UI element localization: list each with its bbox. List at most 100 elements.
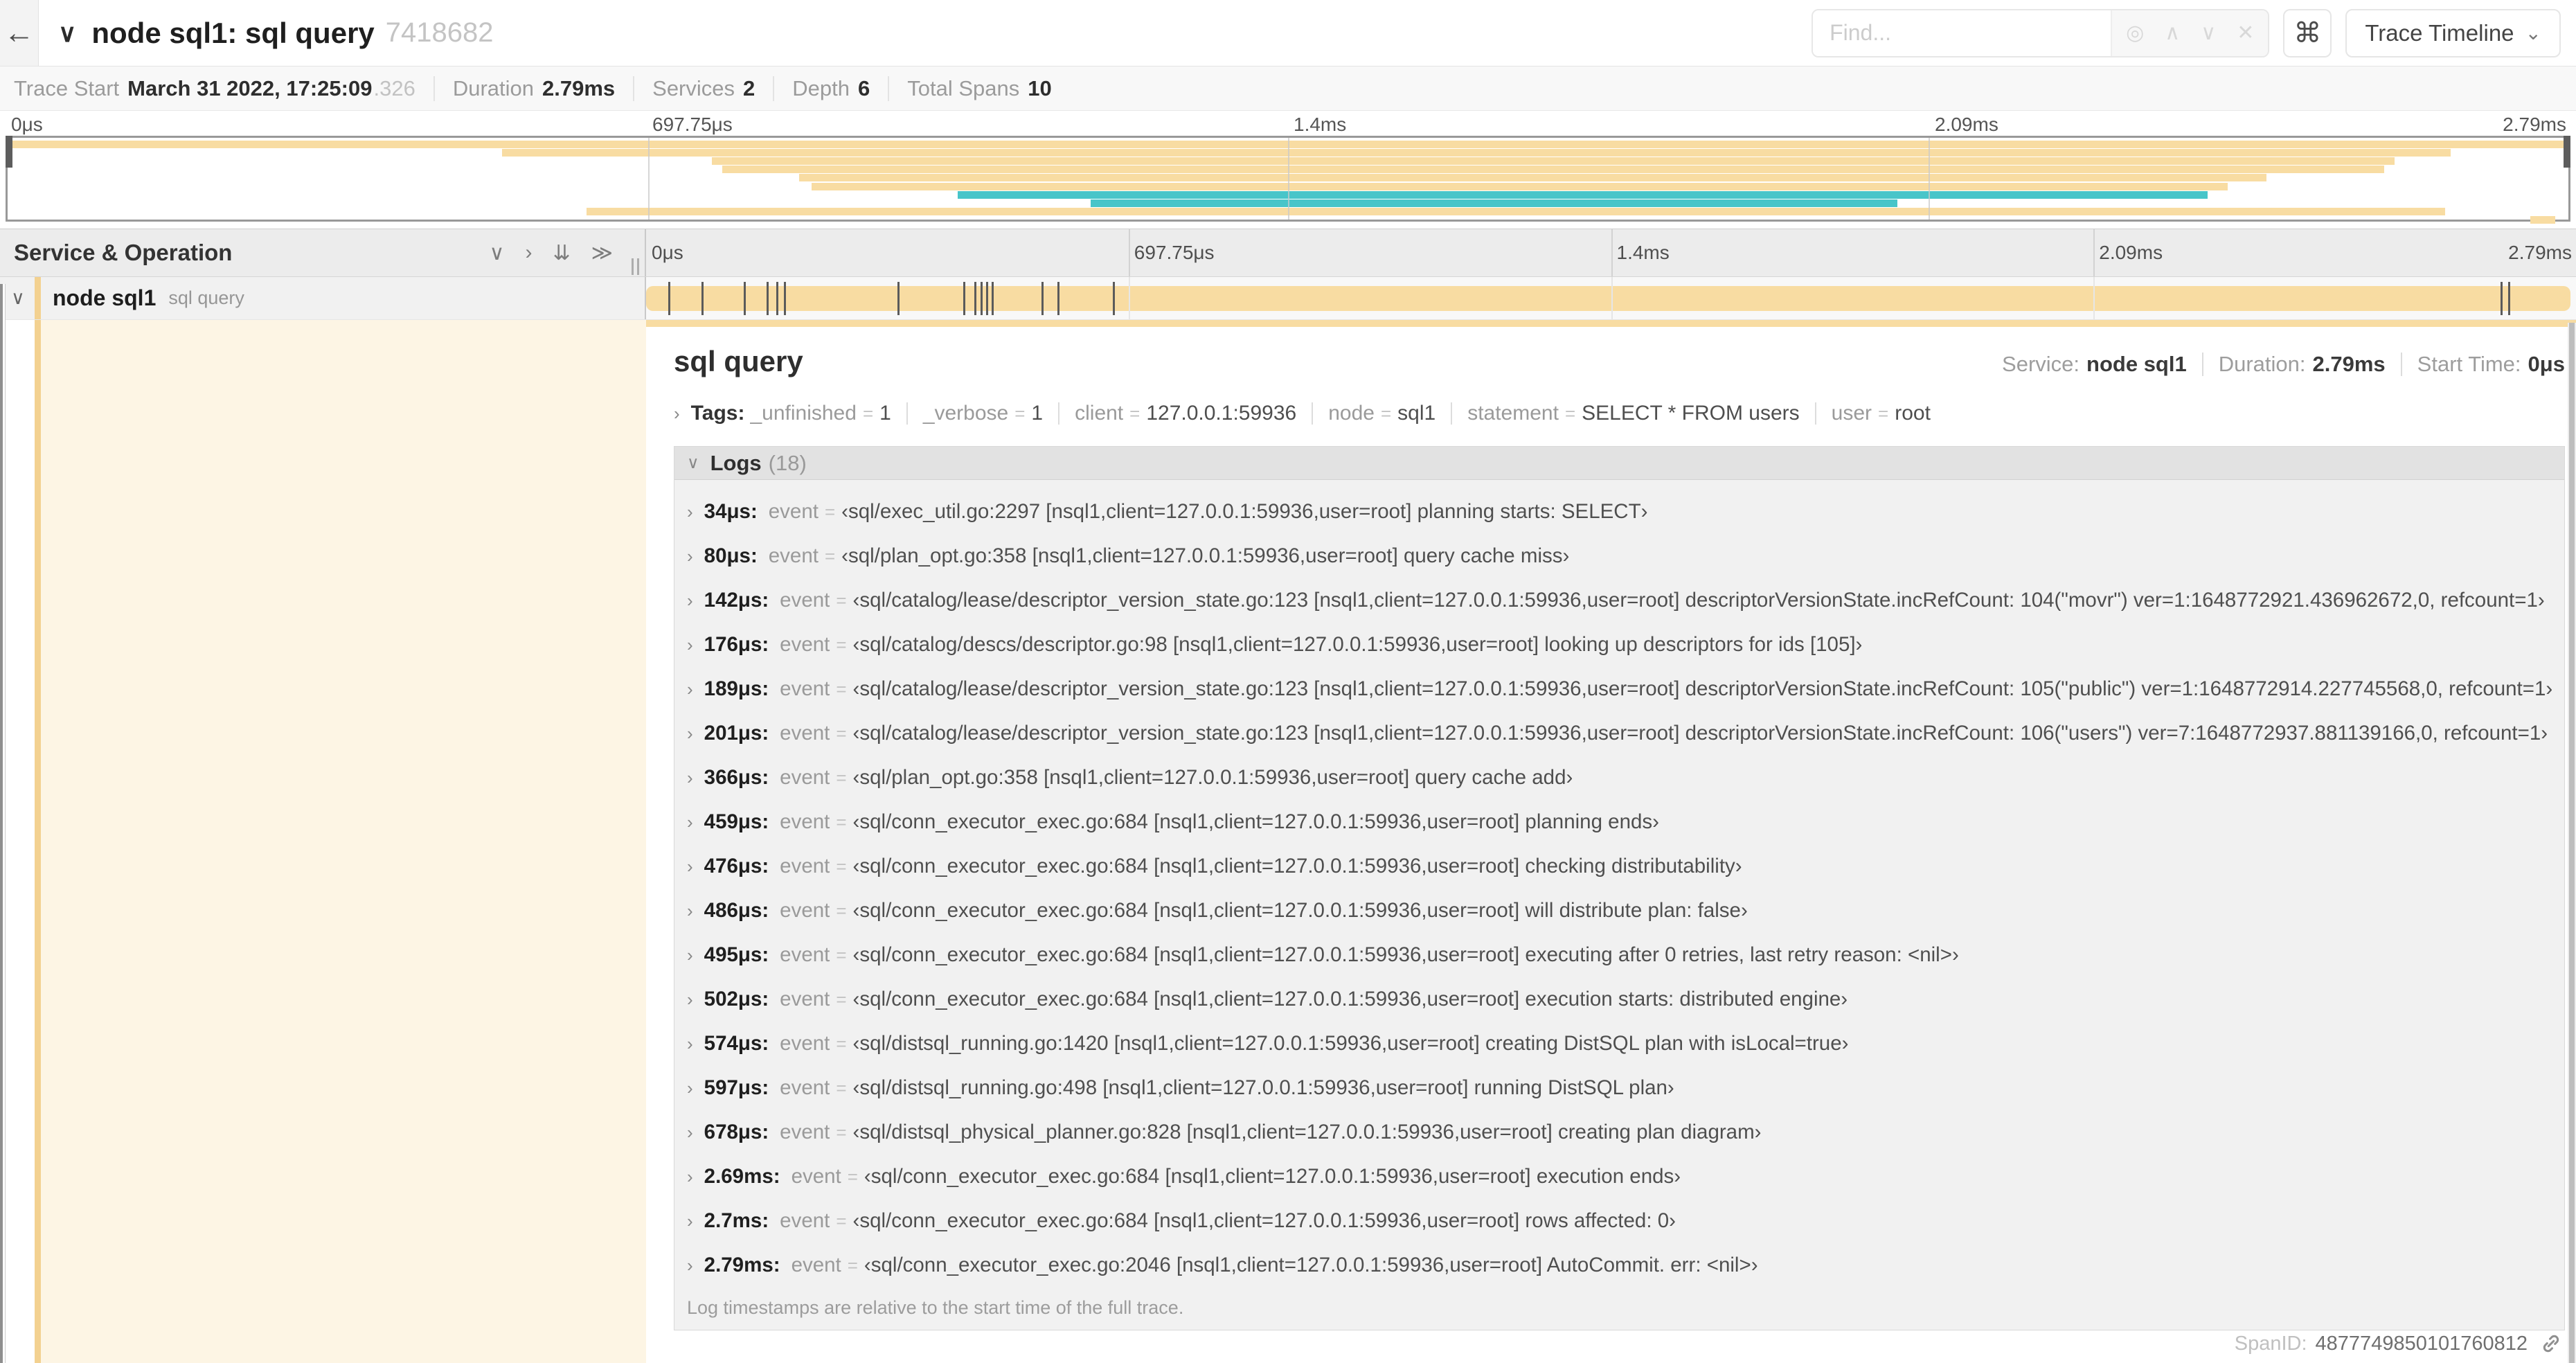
collapse-trace-icon[interactable]: ∨ bbox=[58, 19, 76, 48]
log-value: ‹sql/distsql_running.go:1420 [nsql1,clie… bbox=[852, 1032, 1849, 1055]
log-row[interactable]: › 459μs: event = ‹sql/conn_executor_exec.go:… bbox=[674, 800, 2564, 844]
tag-item[interactable]: _unfinished = 1 bbox=[750, 402, 891, 425]
expand-all-icon[interactable]: ≫ bbox=[591, 241, 613, 265]
log-event-tick bbox=[1057, 282, 1059, 315]
log-event-tick bbox=[776, 282, 778, 315]
log-key: event bbox=[780, 855, 830, 878]
log-row[interactable]: › 366μs: event = ‹sql/plan_opt.go:358 [nsql1… bbox=[674, 756, 2564, 800]
log-timestamp: 189μs: bbox=[704, 677, 769, 700]
back-button[interactable]: ← bbox=[0, 0, 39, 66]
log-timestamp: 201μs: bbox=[704, 722, 769, 745]
find-input[interactable] bbox=[1813, 10, 2111, 56]
log-row[interactable]: › 678μs: event = ‹sql/distsql_physical_plann… bbox=[674, 1110, 2564, 1155]
trace-meta-item: Total Spans 10 bbox=[889, 76, 1069, 101]
equals-sign: = bbox=[847, 1166, 858, 1187]
focus-match-icon[interactable]: ◎ bbox=[2126, 21, 2144, 45]
chevron-right-icon: › bbox=[687, 545, 693, 567]
minimap-viewport[interactable] bbox=[6, 136, 2570, 224]
prev-match-icon[interactable]: ∧ bbox=[2165, 21, 2180, 45]
log-event-tick bbox=[897, 282, 900, 315]
span-row-name-cell[interactable]: ∨ node sql1 sql query bbox=[0, 277, 646, 319]
span-id-value: 4877749850101760812 bbox=[2315, 1332, 2528, 1355]
tag-key: _verbose bbox=[922, 402, 1009, 425]
log-row[interactable]: › 34μs: event = ‹sql/exec_util.go:2297 [nsql… bbox=[674, 490, 2564, 534]
chevron-right-icon: › bbox=[687, 767, 693, 788]
log-key: event bbox=[780, 1076, 830, 1099]
log-row[interactable]: › 201μs: event = ‹sql/catalog/lease/descript… bbox=[674, 711, 2564, 756]
log-row[interactable]: › 502μs: event = ‹sql/conn_executor_exec.go:… bbox=[674, 977, 2564, 1022]
log-value: ‹sql/catalog/lease/descriptor_version_st… bbox=[852, 677, 2553, 700]
tags-summary-row[interactable]: › Tags: _unfinished = 1 _verbose = 1 client = 12… bbox=[674, 402, 2565, 425]
trace-view-select[interactable]: Trace Timeline ⌄ bbox=[2345, 8, 2561, 57]
log-row[interactable]: › 2.69ms: event = ‹sql/conn_executor_exec.go… bbox=[674, 1155, 2564, 1199]
span-duration-bar[interactable] bbox=[646, 286, 2570, 311]
chevron-right-icon: › bbox=[687, 1210, 693, 1231]
chevron-right-icon: › bbox=[687, 501, 693, 522]
log-row[interactable]: › 495μs: event = ‹sql/conn_executor_exec.go:… bbox=[674, 933, 2564, 977]
log-row[interactable]: › 597μs: event = ‹sql/distsql_running.go:498… bbox=[674, 1066, 2564, 1110]
log-timestamp: 459μs: bbox=[704, 810, 769, 833]
deep-link-icon[interactable] bbox=[2539, 1331, 2564, 1356]
log-key: event bbox=[780, 589, 830, 612]
tag-value: 127.0.0.1:59936 bbox=[1146, 402, 1297, 425]
duration-label: Duration: bbox=[2218, 352, 2306, 376]
log-row[interactable]: › 189μs: event = ‹sql/catalog/lease/descript… bbox=[674, 667, 2564, 711]
log-row[interactable]: › 176μs: event = ‹sql/catalog/descs/descript… bbox=[674, 623, 2564, 667]
equals-sign: = bbox=[836, 1210, 847, 1231]
expand-one-icon[interactable]: › bbox=[525, 241, 532, 265]
tag-item[interactable]: _verbose = 1 bbox=[923, 402, 1043, 425]
collapse-all-icon[interactable]: ⇊ bbox=[553, 241, 570, 265]
log-row[interactable]: › 80μs: event = ‹sql/plan_opt.go:358 [nsql1,… bbox=[674, 534, 2564, 578]
equals-sign: = bbox=[836, 1033, 847, 1054]
span-id-row: SpanID: 4877749850101760812 bbox=[2235, 1331, 2564, 1356]
gridline bbox=[2093, 277, 2095, 319]
divider bbox=[1058, 402, 1060, 425]
log-row[interactable]: › 2.79ms: event = ‹sql/conn_executor_exec.go… bbox=[674, 1243, 2564, 1288]
minimap-span-bar bbox=[586, 207, 2446, 215]
tag-item[interactable]: client = 127.0.0.1:59936 bbox=[1075, 402, 1296, 425]
tick-label: 2.09ms bbox=[1935, 114, 1998, 135]
trace-meta-bar: Trace Start March 31 2022, 17:25:09.326 Du… bbox=[0, 66, 2576, 111]
minimap-span-bar bbox=[2530, 215, 2556, 224]
chevron-right-icon: › bbox=[687, 1166, 693, 1187]
meta-label: Trace Start bbox=[14, 75, 120, 100]
chevron-right-icon: › bbox=[687, 944, 693, 965]
log-event-tick bbox=[767, 282, 769, 315]
keyboard-shortcuts-button[interactable]: ⌘ bbox=[2283, 8, 2332, 57]
gridline bbox=[1288, 138, 1289, 220]
column-resize-grip[interactable] bbox=[632, 258, 639, 275]
logs-header[interactable]: ∨ Logs (18) bbox=[674, 447, 2564, 480]
tag-item[interactable]: user = root bbox=[1832, 402, 1931, 425]
tag-value: 1 bbox=[1031, 402, 1044, 425]
log-row[interactable]: › 2.7ms: event = ‹sql/conn_executor_exec.go:… bbox=[674, 1199, 2564, 1243]
span-detail-panel: sql query Service: node sql1 Duration: 2… bbox=[646, 320, 2576, 1363]
log-key: event bbox=[780, 1209, 830, 1232]
log-key: event bbox=[780, 1121, 830, 1143]
timeline-header: Service & Operation ∨ › ⇊ ≫ 0μs 697.75μs 1… bbox=[0, 229, 2576, 277]
minimap-span-bar bbox=[798, 174, 2266, 182]
meta-label: Depth bbox=[792, 75, 850, 100]
operation-name: sql query bbox=[168, 287, 244, 308]
span-bar-area bbox=[646, 277, 2570, 319]
trace-meta-item: Duration 2.79ms bbox=[435, 75, 635, 101]
log-row[interactable]: › 486μs: event = ‹sql/conn_executor_exec.go:… bbox=[674, 889, 2564, 933]
span-row-timeline-cell[interactable] bbox=[646, 277, 2576, 319]
trace-meta-item: Depth 6 bbox=[774, 75, 890, 101]
span-detail-indent bbox=[0, 320, 646, 1363]
log-row[interactable]: › 476μs: event = ‹sql/conn_executor_exec.go:… bbox=[674, 844, 2564, 889]
tag-item[interactable]: node = sql1 bbox=[1328, 402, 1435, 425]
clear-find-icon[interactable]: ✕ bbox=[2237, 21, 2254, 45]
collapse-one-icon[interactable]: ∨ bbox=[489, 241, 504, 265]
window-scrollbar[interactable] bbox=[2568, 323, 2576, 1363]
meta-value: 10 bbox=[1028, 75, 1052, 100]
next-match-icon[interactable]: ∨ bbox=[2201, 21, 2216, 45]
scrubber-right-handle[interactable] bbox=[2564, 136, 2570, 168]
chevron-down-icon[interactable]: ∨ bbox=[11, 287, 35, 309]
trace-meta-item: Trace Start March 31 2022, 17:25:09.326 bbox=[14, 75, 435, 101]
scrubber-left-handle[interactable] bbox=[6, 136, 12, 168]
log-key: event bbox=[768, 544, 819, 567]
log-row[interactable]: › 574μs: event = ‹sql/distsql_running.go:142… bbox=[674, 1022, 2564, 1066]
tag-item[interactable]: statement = SELECT * FROM users bbox=[1467, 402, 1799, 425]
equals-sign: = bbox=[836, 855, 847, 877]
log-row[interactable]: › 142μs: event = ‹sql/catalog/lease/descript… bbox=[674, 578, 2564, 623]
